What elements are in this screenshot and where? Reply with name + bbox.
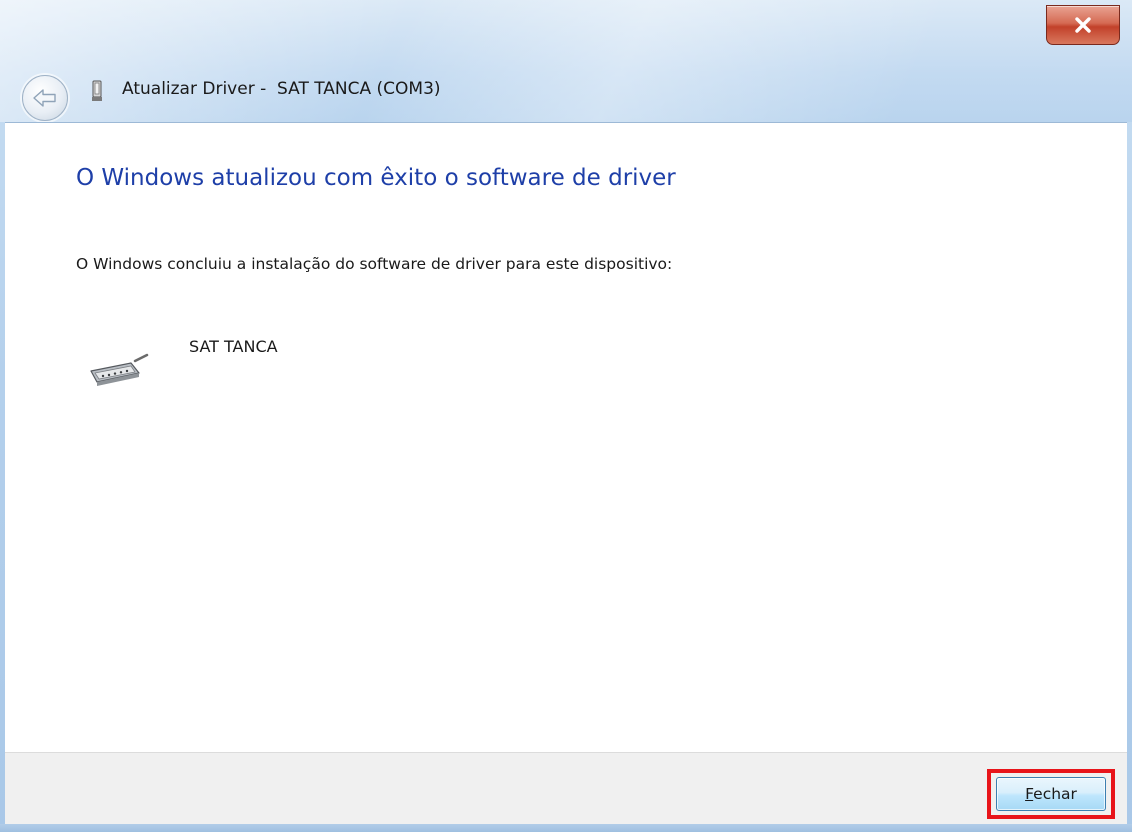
fechar-label: echar <box>1033 785 1077 803</box>
highlight-box: Fechar <box>987 769 1115 819</box>
completion-message: O Windows concluiu a instalação do softw… <box>76 255 673 273</box>
fechar-button[interactable]: Fechar <box>996 777 1106 811</box>
success-heading: O Windows atualizou com êxito o software… <box>76 165 676 191</box>
back-button[interactable] <box>22 75 68 121</box>
window-title: Atualizar Driver - SAT TANCA (COM3) <box>122 79 441 99</box>
dialog-footer: Fechar <box>5 752 1127 825</box>
fechar-mnemonic: F <box>1025 785 1034 803</box>
back-arrow-icon <box>33 89 56 107</box>
navigation-bar: Atualizar Driver - SAT TANCA (COM3) <box>0 60 1132 121</box>
device-name: SAT TANCA <box>189 337 278 356</box>
dialog-content: O Windows atualizou com êxito o software… <box>5 122 1127 753</box>
dialog-window: Atualizar Driver - SAT TANCA (COM3) O Wi… <box>0 0 1132 832</box>
window-bottom-frame <box>0 824 1132 832</box>
window-close-button[interactable] <box>1046 5 1120 45</box>
usb-device-icon <box>92 80 102 101</box>
serial-port-icon <box>90 353 149 386</box>
close-icon <box>1075 17 1091 33</box>
